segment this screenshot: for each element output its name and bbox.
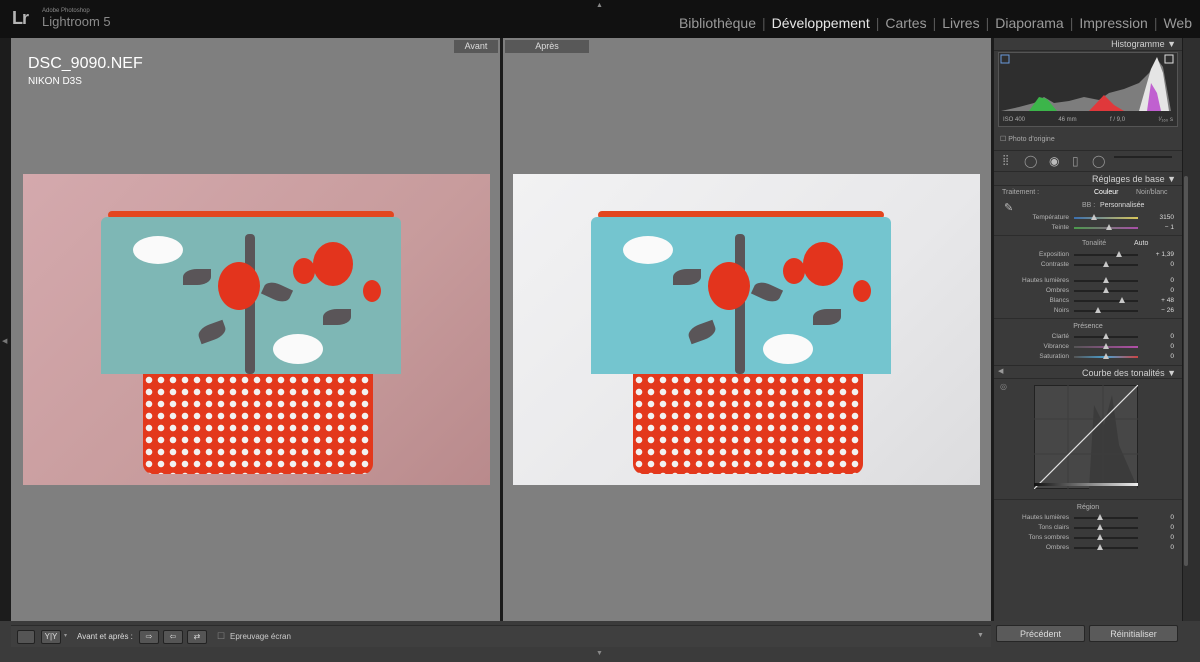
- tone-curve-panel: ◀ Courbe des tonalités ▼ ◎ Région Hautes …: [994, 365, 1182, 553]
- module-print[interactable]: Impression: [1073, 15, 1153, 31]
- soft-proof-checkbox[interactable]: ☐: [217, 631, 225, 642]
- panel-toggle-icon[interactable]: ◀: [998, 365, 1003, 379]
- reset-button[interactable]: Réinitialiser: [1089, 625, 1178, 642]
- copy-before-to-after-icon[interactable]: ⇨: [139, 630, 159, 644]
- file-name: DSC_9090.NEF: [28, 55, 143, 72]
- curve-darks-slider[interactable]: Tons sombres 0: [994, 533, 1182, 543]
- module-bar: ▲ Lr Adobe Photoshop Lightroom 5 Bibliot…: [0, 0, 1200, 38]
- collapse-top-panel-icon[interactable]: ▲: [596, 2, 603, 9]
- after-pane: Après: [503, 38, 991, 621]
- contrast-slider[interactable]: Contraste 0: [994, 260, 1182, 270]
- region-label: Région: [1076, 504, 1100, 511]
- tone-label: Tonalité: [1082, 240, 1107, 247]
- auto-tone-button[interactable]: Auto: [1134, 240, 1148, 247]
- before-photo[interactable]: [23, 174, 490, 485]
- lightroom-logo: Lr: [12, 8, 29, 28]
- iso: ISO 400: [1003, 117, 1026, 123]
- curve-gradient-bar: [1034, 483, 1138, 486]
- after-photo[interactable]: [513, 174, 980, 485]
- wb-prefix: BB :: [1082, 202, 1096, 209]
- shadow-clipping-icon: [1000, 54, 1010, 64]
- basic-panel-header[interactable]: Réglages de base ▼: [994, 172, 1182, 186]
- after-label: Après: [505, 40, 589, 53]
- aperture: f / 9,0: [1110, 117, 1126, 123]
- histogram-header[interactable]: Histogramme ▼: [994, 38, 1182, 51]
- module-web[interactable]: Web: [1157, 15, 1198, 31]
- histogram-graph: [1000, 54, 1174, 111]
- before-label: Avant: [454, 40, 498, 53]
- exposure-slider[interactable]: Exposition + 1,39: [994, 250, 1182, 260]
- radial-filter-icon[interactable]: ◯: [1092, 154, 1105, 168]
- soft-proof-label: Epreuvage écran: [230, 632, 291, 641]
- collapse-bottom-panel-icon[interactable]: ▼: [596, 650, 603, 657]
- shadows-slider[interactable]: Ombres 0: [994, 286, 1182, 296]
- module-book[interactable]: Livres: [936, 15, 985, 31]
- module-slideshow[interactable]: Diaporama: [989, 15, 1069, 31]
- histogram[interactable]: ISO 400 46 mm f / 9,0 ¹⁄₁₆₀ s: [998, 52, 1178, 127]
- tone-curve-graph[interactable]: [1034, 385, 1138, 489]
- adjustment-brush-icon[interactable]: [1114, 156, 1172, 158]
- before-after-viewer: Avant DSC_9090.NEF NIKON D3S Après: [11, 38, 991, 621]
- before-after-label: Avant et après :: [77, 632, 133, 641]
- previous-button[interactable]: Précédent: [996, 625, 1085, 642]
- treatment-color[interactable]: Couleur: [1094, 189, 1119, 196]
- tone-curve-header[interactable]: ◀ Courbe des tonalités ▼: [994, 365, 1182, 379]
- highlights-slider[interactable]: Hautes lumières 0: [994, 276, 1182, 286]
- target-adjust-icon[interactable]: ◎: [1000, 382, 1007, 391]
- swap-before-after-icon[interactable]: ⇄: [187, 630, 207, 644]
- shutter-speed: ¹⁄₁₆₀ s: [1158, 117, 1173, 123]
- blacks-slider[interactable]: Noirs − 26: [994, 306, 1182, 316]
- original-photo-toggle[interactable]: ☐ Photo d'origine: [1000, 135, 1055, 143]
- treatment-bw[interactable]: Noir/blanc: [1136, 189, 1168, 196]
- highlight-clipping-icon: [1164, 54, 1174, 64]
- loupe-view-icon[interactable]: [17, 630, 35, 644]
- right-panel-scrollbar[interactable]: [1183, 38, 1200, 621]
- curve-lights-slider[interactable]: Tons clairs 0: [994, 523, 1182, 533]
- presence-label: Présence: [1073, 323, 1103, 330]
- bag-polka-dots: [633, 374, 863, 474]
- vibrance-slider[interactable]: Vibrance 0: [994, 342, 1182, 352]
- basic-panel: Réglages de base ▼ Traitement : Couleur …: [994, 172, 1182, 362]
- module-develop[interactable]: Développement: [766, 15, 876, 31]
- module-library[interactable]: Bibliothèque: [673, 15, 762, 31]
- copy-after-to-before-icon[interactable]: ⇦: [163, 630, 183, 644]
- tool-strip: ⣿ ◯ ◉ ▯ ◯: [994, 150, 1182, 172]
- toolbar-options-icon[interactable]: ▼: [977, 632, 984, 639]
- curve-highlights-slider[interactable]: Hautes lumières 0: [994, 513, 1182, 523]
- saturation-slider[interactable]: Saturation 0: [994, 352, 1182, 362]
- temperature-slider[interactable]: Température 3150: [994, 213, 1182, 223]
- before-after-mode-button[interactable]: Y|Y: [41, 630, 61, 644]
- collapse-left-panel-icon[interactable]: ◀: [2, 337, 7, 345]
- graduated-filter-icon[interactable]: ▯: [1072, 154, 1079, 168]
- bag-polka-dots: [143, 374, 373, 474]
- crop-tool-icon[interactable]: ⣿: [1002, 155, 1009, 166]
- spot-removal-icon[interactable]: ◯: [1024, 154, 1037, 168]
- scrollbar-thumb[interactable]: [1184, 176, 1188, 566]
- right-panel: Histogramme ▼ ISO 400 46 mm f / 9,0 ¹⁄₁₆…: [994, 38, 1182, 621]
- module-map[interactable]: Cartes: [879, 15, 932, 31]
- camera-model: NIKON D3S: [28, 76, 82, 87]
- app-name: Lightroom 5: [42, 14, 111, 29]
- module-picker: Bibliothèque | Développement | Cartes | Liv…: [673, 15, 1198, 31]
- red-eye-icon[interactable]: ◉: [1049, 154, 1059, 168]
- mode-dropdown-icon[interactable]: ▾: [64, 632, 67, 639]
- tint-slider[interactable]: Teinte − 1: [994, 223, 1182, 233]
- clarity-slider[interactable]: Clarté 0: [994, 332, 1182, 342]
- exif-info: ISO 400 46 mm f / 9,0 ¹⁄₁₆₀ s: [1003, 117, 1173, 123]
- histogram-panel: Histogramme ▼ ISO 400 46 mm f / 9,0 ¹⁄₁₆…: [994, 38, 1182, 150]
- before-pane: Avant DSC_9090.NEF NIKON D3S: [11, 38, 500, 621]
- curve-shadows-slider[interactable]: Ombres 0: [994, 543, 1182, 553]
- focal-length: 46 mm: [1058, 117, 1077, 123]
- treatment-label: Traitement :: [1002, 189, 1040, 196]
- whites-slider[interactable]: Blancs + 48: [994, 296, 1182, 306]
- wb-preset-select[interactable]: Personnalisée: [1100, 202, 1144, 209]
